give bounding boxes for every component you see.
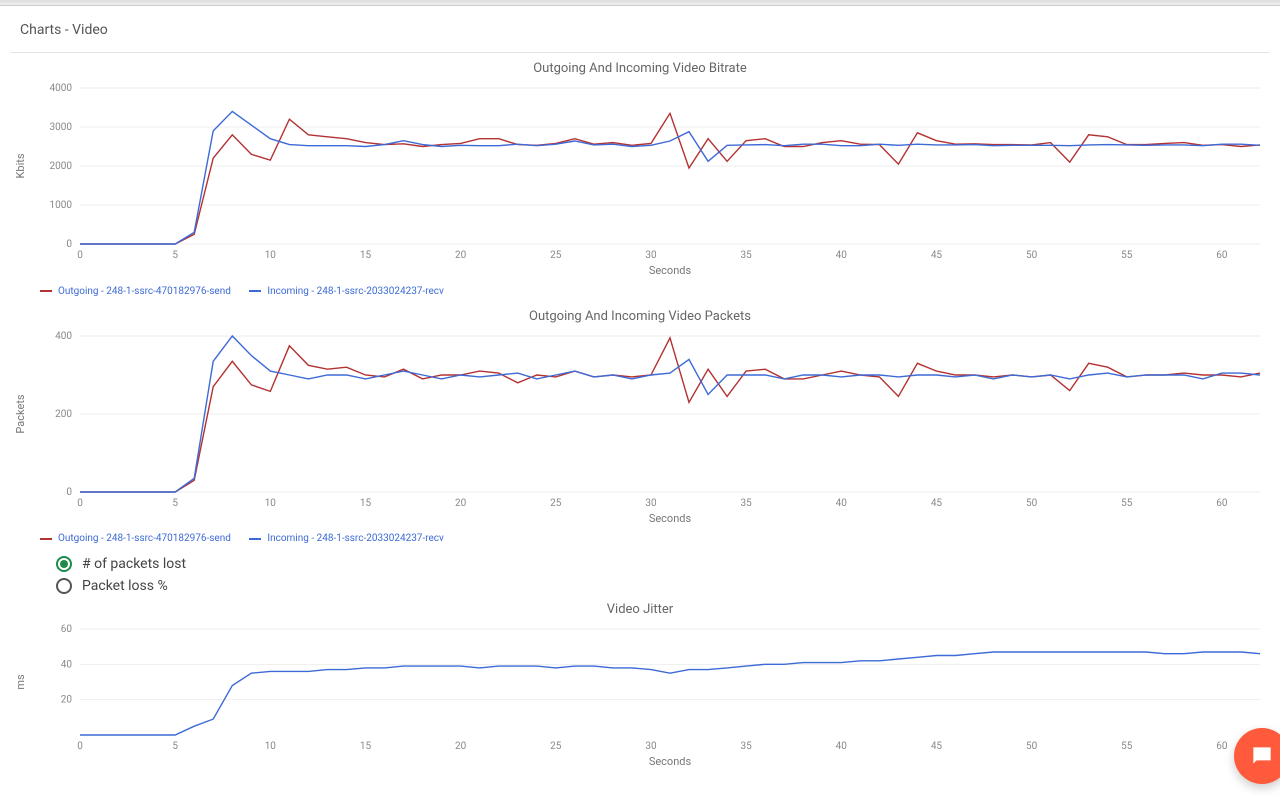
chart-bitrate-svg[interactable]: 0 1000 2000 3000 4000 0 5 10 15 20 25 30 35 40 45 50 55 6… (10, 78, 1270, 278)
radio-packet-loss-pct-label: Packet loss % (82, 578, 168, 594)
chart-bitrate: Outgoing And Incoming Video Bitrate 0100… (10, 61, 1270, 301)
svg-text:60: 60 (1216, 250, 1228, 261)
svg-text:25: 25 (550, 498, 562, 509)
chart-packets-legend: Outgoing - 248-1-ssrc-470182976-send Inc… (10, 526, 1270, 549)
svg-text:3000: 3000 (50, 122, 73, 133)
svg-text:5: 5 (172, 498, 178, 509)
svg-text:20: 20 (455, 741, 467, 752)
svg-text:1000: 1000 (50, 200, 73, 211)
packet-loss-radio-group: # of packets lost Packet loss % (10, 548, 1270, 594)
svg-text:200: 200 (55, 409, 72, 420)
panel-title: Charts - Video (10, 6, 1270, 53)
legend-outgoing-2[interactable]: Outgoing - 248-1-ssrc-470182976-send (40, 533, 231, 544)
svg-text:0: 0 (77, 498, 83, 509)
svg-text:55: 55 (1121, 498, 1133, 509)
radio-packets-lost-label: # of packets lost (82, 556, 186, 572)
legend-outgoing-label: Outgoing - 248-1-ssrc-470182976-send (58, 286, 231, 297)
svg-text:50: 50 (1026, 250, 1038, 261)
svg-text:20: 20 (455, 498, 467, 509)
svg-text:2000: 2000 (50, 161, 73, 172)
svg-text:0: 0 (66, 487, 72, 498)
svg-text:Seconds: Seconds (649, 755, 692, 768)
svg-text:60: 60 (1216, 498, 1228, 509)
chat-icon (1249, 743, 1275, 769)
svg-text:50: 50 (1026, 498, 1038, 509)
svg-text:ms: ms (14, 674, 27, 690)
svg-text:45: 45 (931, 741, 943, 752)
legend-incoming[interactable]: Incoming - 248-1-ssrc-2033024237-recv (249, 286, 444, 297)
svg-text:25: 25 (550, 741, 562, 752)
svg-text:10: 10 (265, 250, 277, 261)
svg-text:5: 5 (172, 250, 178, 261)
svg-text:15: 15 (360, 741, 372, 752)
radio-packets-lost[interactable]: # of packets lost (56, 556, 1270, 572)
svg-text:15: 15 (360, 498, 372, 509)
svg-text:50: 50 (1026, 741, 1038, 752)
svg-text:35: 35 (741, 498, 753, 509)
chart-jitter-svg[interactable]: 20 40 60 0 5 10 15 20 25 30 35 40 45 50 55 60 Seconds ms (10, 619, 1270, 769)
svg-text:35: 35 (741, 741, 753, 752)
svg-text:45: 45 (931, 498, 943, 509)
legend-outgoing[interactable]: Outgoing - 248-1-ssrc-470182976-send (40, 286, 231, 297)
chart-jitter: Video Jitter 20 40 60 0 5 10 15 20 25 30 35 40 45 50 5… (10, 602, 1270, 769)
chart-bitrate-legend: Outgoing - 248-1-ssrc-470182976-send Inc… (10, 278, 1270, 301)
legend-swatch-outgoing (40, 290, 52, 292)
legend-swatch-incoming (249, 290, 261, 292)
radio-icon (56, 578, 72, 594)
svg-text:15: 15 (360, 250, 372, 261)
legend-incoming-2[interactable]: Incoming - 248-1-ssrc-2033024237-recv (249, 533, 444, 544)
svg-text:400: 400 (55, 331, 72, 342)
radio-packet-loss-pct[interactable]: Packet loss % (56, 578, 1270, 594)
svg-text:5: 5 (172, 741, 178, 752)
svg-text:30: 30 (645, 741, 657, 752)
svg-text:40: 40 (836, 741, 848, 752)
svg-text:40: 40 (836, 498, 848, 509)
legend-outgoing-label-2: Outgoing - 248-1-ssrc-470182976-send (58, 533, 231, 544)
chart-jitter-title: Video Jitter (10, 602, 1270, 617)
svg-text:10: 10 (265, 741, 277, 752)
svg-text:0: 0 (77, 250, 83, 261)
chart-packets-title: Outgoing And Incoming Video Packets (10, 309, 1270, 324)
svg-text:55: 55 (1121, 741, 1133, 752)
svg-text:35: 35 (741, 250, 753, 261)
legend-incoming-label-2: Incoming - 248-1-ssrc-2033024237-recv (267, 533, 444, 544)
svg-text:20: 20 (61, 695, 73, 706)
svg-text:55: 55 (1121, 250, 1133, 261)
svg-text:40: 40 (836, 250, 848, 261)
content-area: Charts - Video Outgoing And Incoming Vid… (0, 6, 1280, 809)
svg-text:Packets: Packets (14, 394, 27, 434)
svg-text:10: 10 (265, 498, 277, 509)
svg-text:30: 30 (645, 250, 657, 261)
svg-text:60: 60 (1216, 741, 1228, 752)
svg-text:0: 0 (66, 239, 72, 250)
svg-text:40: 40 (61, 659, 73, 670)
chart-bitrate-title: Outgoing And Incoming Video Bitrate (10, 61, 1270, 76)
svg-text:Seconds: Seconds (649, 512, 692, 525)
svg-text:20: 20 (455, 250, 467, 261)
svg-text:30: 30 (645, 498, 657, 509)
chart-packets: Outgoing And Incoming Video Packets 0200… (10, 309, 1270, 549)
legend-incoming-label: Incoming - 248-1-ssrc-2033024237-recv (267, 286, 444, 297)
legend-swatch-outgoing-2 (40, 538, 52, 540)
svg-text:0: 0 (77, 741, 83, 752)
chart-packets-svg[interactable]: 0 200 400 0 5 10 15 20 25 30 35 40 45 50 55 60 Seconds Pa… (10, 326, 1270, 526)
legend-swatch-incoming-2 (249, 538, 261, 540)
svg-text:Kbits: Kbits (14, 153, 27, 178)
svg-text:4000: 4000 (50, 83, 73, 94)
svg-text:60: 60 (61, 624, 73, 635)
svg-text:45: 45 (931, 250, 943, 261)
svg-text:Seconds: Seconds (649, 264, 692, 277)
svg-text:25: 25 (550, 250, 562, 261)
radio-icon (56, 556, 72, 572)
